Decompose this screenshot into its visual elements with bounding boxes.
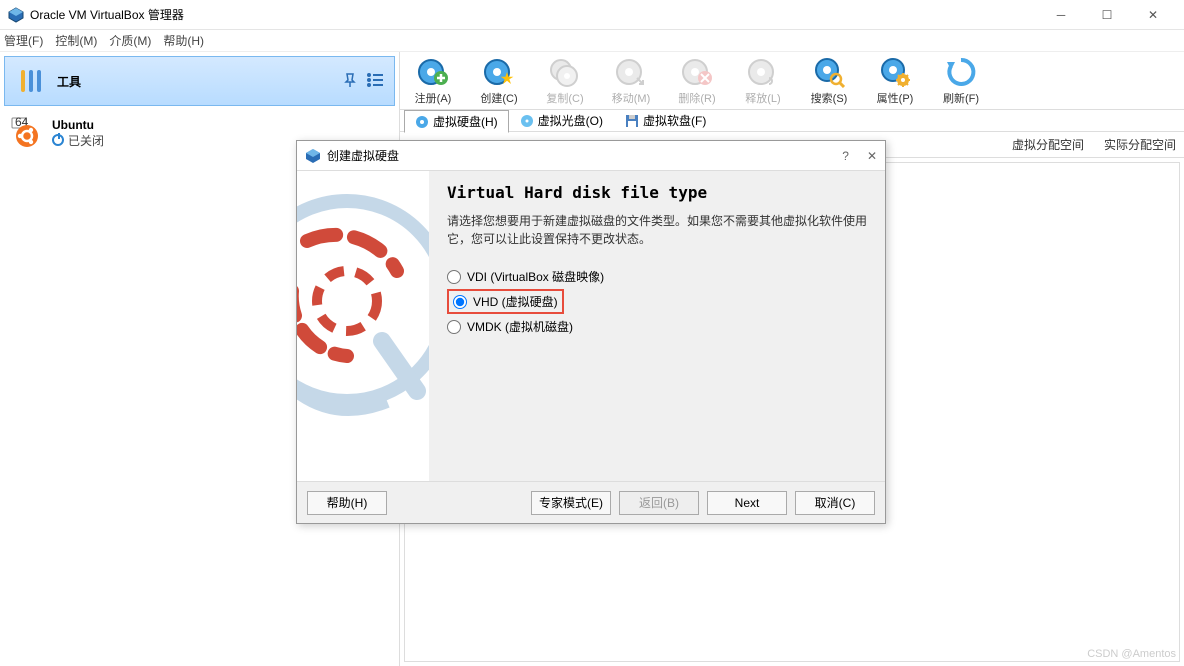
disk-new-icon bbox=[483, 56, 515, 88]
toolbar-release: 释放(L) bbox=[736, 56, 790, 106]
toolbar-properties[interactable]: 属性(P) bbox=[868, 56, 922, 106]
menu-bar: 管理(F) 控制(M) 介质(M) 帮助(H) bbox=[0, 30, 1184, 52]
toolbar-delete: 删除(R) bbox=[670, 56, 724, 106]
col-virtual-size: 虚拟分配空间 bbox=[1012, 136, 1084, 153]
toolbar-move: 移动(M) bbox=[604, 56, 658, 106]
dialog-next-btn[interactable]: Next bbox=[707, 491, 787, 515]
vm-name: Ubuntu bbox=[52, 118, 104, 132]
maximize-button[interactable]: ☐ bbox=[1084, 0, 1130, 30]
radio-vmdk-input[interactable] bbox=[447, 320, 461, 334]
hdd-icon bbox=[415, 115, 429, 129]
disk-plus-icon bbox=[417, 56, 449, 88]
radio-vmdk[interactable]: VMDK (虚拟机磁盘) bbox=[447, 314, 867, 339]
dialog-close-button[interactable]: ✕ bbox=[867, 149, 877, 163]
dialog-back-btn: 返回(B) bbox=[619, 491, 699, 515]
tab-optical[interactable]: 虚拟光盘(O) bbox=[509, 109, 614, 132]
toolbar: 注册(A) 创建(C) 复制(C) 移动(M) 删除(R) 释放(L) bbox=[400, 52, 1184, 110]
minimize-button[interactable]: ─ bbox=[1038, 0, 1084, 30]
window-titlebar: Oracle VM VirtualBox 管理器 ─ ☐ ✕ bbox=[0, 0, 1184, 30]
toolbar-copy: 复制(C) bbox=[538, 56, 592, 106]
sidebar-tools-label: 工具 bbox=[57, 73, 342, 90]
menu-help[interactable]: 帮助(H) bbox=[163, 32, 204, 49]
dialog-button-row: 帮助(H) 专家模式(E) 返回(B) Next 取消(C) bbox=[297, 481, 885, 523]
dialog-titlebar: 创建虚拟硬盘 ? ✕ bbox=[297, 141, 885, 171]
dialog-title: 创建虚拟硬盘 bbox=[327, 147, 842, 164]
app-icon bbox=[8, 7, 24, 23]
tools-icon bbox=[15, 64, 49, 98]
list-icon[interactable] bbox=[366, 72, 384, 91]
radio-vdi[interactable]: VDI (VirtualBox 磁盘映像) bbox=[447, 264, 867, 289]
dialog-sidebar-image bbox=[297, 171, 429, 481]
disk-release-icon bbox=[747, 56, 779, 88]
window-title: Oracle VM VirtualBox 管理器 bbox=[30, 6, 1038, 23]
ubuntu-icon: 64 bbox=[10, 116, 44, 150]
refresh-icon bbox=[945, 56, 977, 88]
col-actual-size: 实际分配空间 bbox=[1104, 136, 1176, 153]
power-icon bbox=[52, 134, 64, 146]
toolbar-create[interactable]: 创建(C) bbox=[472, 56, 526, 106]
optical-icon bbox=[520, 114, 534, 128]
vm-status-label: 已关闭 bbox=[68, 132, 104, 149]
floppy-icon bbox=[625, 114, 639, 128]
toolbar-search[interactable]: 搜索(S) bbox=[802, 56, 856, 106]
dialog-expert-btn[interactable]: 专家模式(E) bbox=[531, 491, 611, 515]
dialog-heading: Virtual Hard disk file type bbox=[447, 183, 867, 202]
close-button[interactable]: ✕ bbox=[1130, 0, 1176, 30]
create-vhd-dialog: 创建虚拟硬盘 ? ✕ Virtual Hard disk file type 请… bbox=[296, 140, 886, 524]
radio-vdi-input[interactable] bbox=[447, 270, 461, 284]
disk-move-icon bbox=[615, 56, 647, 88]
tab-floppy[interactable]: 虚拟软盘(F) bbox=[614, 109, 717, 132]
dialog-description: 请选择您想要用于新建虚拟磁盘的文件类型。如果您不需要其他虚拟化软件使用它，您可以… bbox=[447, 212, 867, 248]
media-filter-tabs: 虚拟硬盘(H) 虚拟光盘(O) 虚拟软盘(F) bbox=[400, 110, 1184, 132]
menu-file[interactable]: 管理(F) bbox=[4, 32, 43, 49]
radio-vhd-input[interactable] bbox=[453, 295, 467, 309]
toolbar-register[interactable]: 注册(A) bbox=[406, 56, 460, 106]
disk-copy-icon bbox=[549, 56, 581, 88]
dialog-icon bbox=[305, 148, 321, 164]
dialog-help-button[interactable]: ? bbox=[842, 149, 849, 163]
disk-gear-icon bbox=[879, 56, 911, 88]
disk-delete-icon bbox=[681, 56, 713, 88]
pin-icon[interactable] bbox=[342, 72, 358, 91]
toolbar-refresh[interactable]: 刷新(F) bbox=[934, 56, 988, 106]
watermark: CSDN @Amentos bbox=[1087, 648, 1176, 660]
menu-media[interactable]: 介质(M) bbox=[109, 32, 151, 49]
radio-vhd[interactable]: VHD (虚拟硬盘) bbox=[447, 289, 564, 314]
dialog-cancel-btn[interactable]: 取消(C) bbox=[795, 491, 875, 515]
tab-hdd[interactable]: 虚拟硬盘(H) bbox=[404, 110, 509, 133]
dialog-help-btn[interactable]: 帮助(H) bbox=[307, 491, 387, 515]
menu-control[interactable]: 控制(M) bbox=[55, 32, 97, 49]
sidebar-tools[interactable]: 工具 bbox=[4, 56, 395, 106]
disk-search-icon bbox=[813, 56, 845, 88]
